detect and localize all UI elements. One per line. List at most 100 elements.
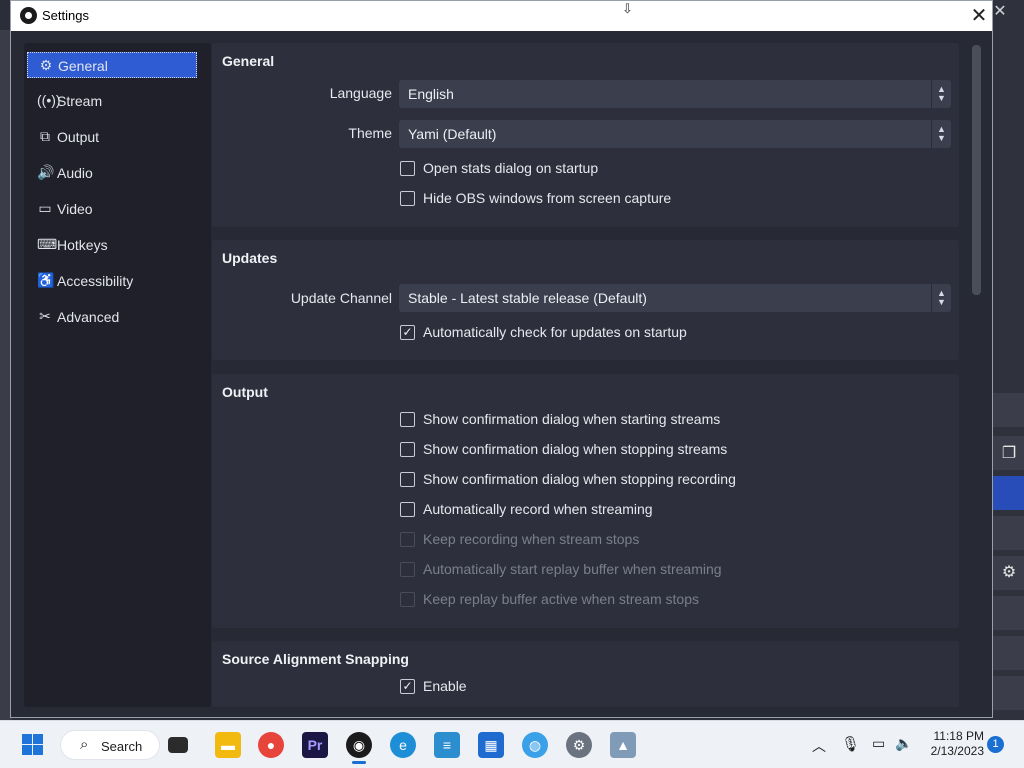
general-group: General Language English ▲ ▼ Theme Yami (… — [212, 43, 959, 227]
store-icon[interactable]: ▦ — [478, 732, 504, 758]
background-panel-block — [993, 596, 1024, 630]
sidebar-item-label: Video — [57, 201, 93, 217]
checkbox-box[interactable]: ✓ — [400, 679, 415, 694]
speaker-icon: 🔊 — [37, 164, 55, 180]
sidebar-item-label: Hotkeys — [57, 237, 108, 253]
start-button[interactable] — [20, 732, 46, 758]
title-bar: Settings ⇩ ✕ — [11, 1, 992, 31]
language-select[interactable]: English ▲ ▼ — [399, 80, 951, 108]
output-group-title: Output — [222, 384, 268, 400]
sidebar-item-label: Advanced — [57, 309, 120, 325]
checkbox-box[interactable] — [400, 472, 415, 487]
language-label: Language — [329, 85, 392, 101]
windows-logo-icon — [33, 734, 43, 744]
sidebar-item-video[interactable]: ▭ Video — [27, 196, 197, 222]
theme-select[interactable]: Yami (Default) ▲ ▼ — [399, 120, 951, 148]
photos-icon[interactable]: ▲ — [610, 732, 636, 758]
premiere-icon[interactable]: Pr — [302, 732, 328, 758]
settings-dialog: Settings ⇩ ✕ ⚙ General ((•)) Stream ⧉ Ou… — [10, 0, 993, 718]
content-scrollbar[interactable] — [969, 43, 985, 707]
taskbar-search[interactable]: ⌕ Search — [60, 730, 160, 760]
checkbox-label: Hide OBS windows from screen capture — [423, 190, 672, 206]
notepad-icon[interactable]: ≡ — [434, 732, 460, 758]
microphone-icon[interactable]: 🎙 — [841, 735, 860, 753]
keyboard-icon: ⌨ — [37, 236, 58, 252]
checkbox-box[interactable]: ✓ — [400, 325, 415, 340]
snapping-group-title: Source Alignment Snapping — [222, 651, 409, 667]
window-title: Settings — [42, 8, 89, 23]
sidebar-item-output[interactable]: ⧉ Output — [27, 124, 197, 150]
gear-icon: ⚙ — [39, 57, 53, 73]
sidebar-item-label: Audio — [57, 165, 93, 181]
volume-icon[interactable]: 🔈 — [895, 735, 912, 752]
updates-group-title: Updates — [222, 250, 278, 266]
taskbar-clock[interactable]: 11:18 PM 2/13/2023 — [922, 729, 984, 759]
theme-value: Yami (Default) — [408, 126, 497, 142]
checkbox-label: Keep recording when stream stops — [423, 531, 640, 547]
mouse-cursor-icon: ⇩ — [622, 1, 633, 16]
obs-icon[interactable]: ◉ — [346, 732, 372, 758]
windows-logo-icon — [22, 745, 32, 755]
checkbox-label: Automatically check for updates on start… — [423, 324, 687, 340]
checkbox-box[interactable] — [400, 502, 415, 517]
checkbox-label: Automatically record when streaming — [423, 501, 653, 517]
sidebar-item-audio[interactable]: 🔊 Audio — [27, 160, 197, 186]
settings-icon[interactable]: ⚙ — [566, 732, 592, 758]
chrome-icon[interactable]: ● — [258, 732, 284, 758]
select-arrows-icon: ▲ ▼ — [931, 284, 951, 312]
file-explorer-icon[interactable]: ▬ — [215, 732, 241, 758]
notification-badge[interactable]: 1 — [987, 736, 1004, 753]
clock-date: 2/13/2023 — [930, 744, 984, 758]
active-app-indicator — [352, 761, 366, 764]
checkbox-box — [400, 562, 415, 577]
task-view-icon[interactable] — [168, 737, 188, 753]
network-icon[interactable]: ▭ — [872, 735, 885, 752]
general-group-title: General — [222, 53, 275, 69]
theme-label: Theme — [348, 125, 392, 141]
tools-icon: ✂ — [39, 308, 51, 324]
checkbox-box — [400, 532, 415, 547]
snapping-group: Source Alignment Snapping ✓ Enable — [212, 641, 959, 707]
close-button[interactable]: ✕ — [967, 4, 991, 28]
settings-sidebar: ⚙ General ((•)) Stream ⧉ Output 🔊 Audio … — [24, 43, 211, 707]
checkbox-label: Show confirmation dialog when stopping r… — [423, 471, 736, 487]
background-panel-block — [993, 636, 1024, 670]
edge-icon[interactable]: e — [390, 732, 416, 758]
checkbox-box[interactable] — [400, 161, 415, 176]
background-panel-block — [993, 516, 1024, 550]
scrollbar-thumb[interactable] — [972, 45, 981, 295]
update-channel-select[interactable]: Stable - Latest stable release (Default)… — [399, 284, 951, 312]
checkbox-label: Enable — [423, 678, 467, 694]
broadcast-icon: ((•)) — [37, 92, 61, 108]
sidebar-item-label: Output — [57, 129, 100, 145]
checkbox-box[interactable] — [400, 412, 415, 427]
updates-group: Updates Update Channel Stable - Latest s… — [212, 240, 959, 360]
background-panel-block — [993, 393, 1024, 427]
checkbox-box[interactable] — [400, 191, 415, 206]
accessibility-icon: ♿ — [37, 272, 55, 288]
windows-logo-icon — [33, 745, 43, 755]
checkbox-box[interactable] — [400, 442, 415, 457]
monitor-icon: ▭ — [38, 200, 52, 216]
checkbox-box — [400, 592, 415, 607]
select-arrows-icon: ▲ ▼ — [931, 120, 951, 148]
sidebar-item-stream[interactable]: ((•)) Stream — [27, 88, 197, 114]
checkbox-label: Open stats dialog on startup — [423, 160, 599, 176]
language-value: English — [408, 86, 454, 102]
sidebar-item-label: Accessibility — [57, 273, 134, 289]
settings-content: General Language English ▲ ▼ Theme Yami (… — [211, 43, 961, 707]
background-right-edge: ❐ ⚙ — [993, 0, 1024, 720]
taskbar: ⌕ Search ▬ ● Pr ◉ e ≡ ▦ ◍ ⚙ ▲ ︿ 🎙 ▭ 🔈 11… — [0, 720, 1024, 768]
background-panel-block — [993, 676, 1024, 710]
clock-time: 11:18 PM — [933, 729, 984, 743]
chevron-up-icon[interactable]: ︿ — [812, 736, 826, 756]
sidebar-item-accessibility[interactable]: ♿ Accessibility — [27, 268, 197, 294]
sidebar-item-general[interactable]: ⚙ General — [27, 52, 197, 78]
sidebar-item-advanced[interactable]: ✂ Advanced — [27, 304, 197, 330]
gear-icon[interactable]: ⚙ — [1000, 564, 1018, 582]
checkbox-label: Show confirmation dialog when stopping s… — [423, 441, 728, 457]
window-restore-icon[interactable]: ❐ — [1000, 445, 1018, 463]
browser-icon[interactable]: ◍ — [522, 732, 548, 758]
sidebar-item-hotkeys[interactable]: ⌨ Hotkeys — [27, 232, 197, 258]
background-close-icon[interactable]: ✕ — [990, 2, 1010, 22]
